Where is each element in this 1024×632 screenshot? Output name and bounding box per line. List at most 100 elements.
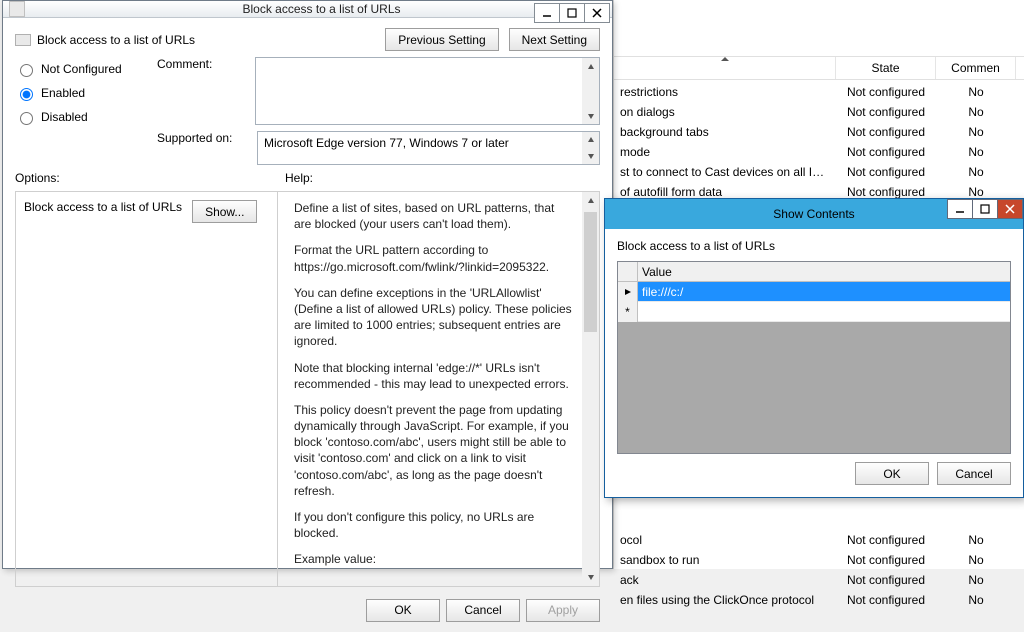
list-item-state: Not configured: [836, 533, 936, 547]
sc-titlebar[interactable]: Show Contents: [605, 199, 1023, 229]
policy-setting-icon: [15, 34, 31, 46]
options-panel: Block access to a list of URLs Show...: [16, 192, 278, 586]
policy-setting-icon: [9, 1, 25, 17]
minimize-button[interactable]: [947, 199, 973, 219]
list-item[interactable]: en files using the ClickOnce protocolNot…: [614, 590, 1024, 610]
grid-cell-value[interactable]: file:///c:/: [638, 282, 1010, 302]
scrollbar-vertical[interactable]: [582, 132, 599, 164]
maximize-button[interactable]: [559, 3, 585, 23]
list-item[interactable]: sandbox to runNot configuredNo: [614, 550, 1024, 570]
radio-enabled[interactable]: Enabled: [15, 85, 147, 101]
next-setting-button[interactable]: Next Setting: [509, 28, 600, 51]
sc-label: Block access to a list of URLs: [617, 239, 1011, 253]
help-paragraph: You can define exceptions in the 'URLAll…: [294, 285, 573, 350]
list-item[interactable]: modeNot configuredNo: [614, 142, 1024, 162]
list-item-state: Not configured: [836, 145, 936, 159]
help-paragraph: Note that blocking internal 'edge://*' U…: [294, 360, 573, 392]
maximize-button[interactable]: [972, 199, 998, 219]
row-indicator-current-icon: [618, 282, 638, 302]
options-label: Options:: [15, 171, 285, 185]
comment-label: Comment:: [157, 57, 247, 125]
help-paragraph: Format the URL pattern according to http…: [294, 242, 573, 274]
row-indicator-new: *: [618, 302, 638, 322]
gp-heading: Block access to a list of URLs: [37, 33, 195, 47]
list-item-name: restrictions: [614, 85, 836, 99]
list-item-comment: No: [936, 573, 1016, 587]
grid-corner: [618, 262, 638, 281]
list-item-state: Not configured: [836, 553, 936, 567]
list-item-state: Not configured: [836, 105, 936, 119]
help-paragraph: This policy doesn't prevent the page fro…: [294, 402, 573, 499]
list-item-name: st to connect to Cast devices on all IP …: [614, 165, 836, 179]
scrollbar-vertical[interactable]: [582, 58, 599, 124]
ok-button[interactable]: OK: [855, 462, 929, 485]
list-item-comment: No: [936, 165, 1016, 179]
list-item-state: Not configured: [836, 185, 936, 199]
list-item-name: sandbox to run: [614, 553, 836, 567]
scroll-up-icon[interactable]: [582, 132, 599, 148]
previous-setting-button[interactable]: Previous Setting: [385, 28, 498, 51]
grid-cell-value[interactable]: [638, 302, 1010, 322]
list-item-name: en files using the ClickOnce protocol: [614, 593, 836, 607]
list-item-comment: No: [936, 593, 1016, 607]
supported-on-value: Microsoft Edge version 77, Windows 7 or …: [258, 132, 599, 154]
list-item-state: Not configured: [836, 85, 936, 99]
apply-button: Apply: [526, 599, 600, 622]
grid-header-value[interactable]: Value: [638, 262, 1010, 281]
list-item[interactable]: on dialogsNot configuredNo: [614, 102, 1024, 122]
list-item-state: Not configured: [836, 125, 936, 139]
close-button[interactable]: [997, 199, 1023, 219]
value-grid[interactable]: Value file:///c:/ *: [617, 261, 1011, 454]
list-item-comment: No: [936, 533, 1016, 547]
cancel-button[interactable]: Cancel: [937, 462, 1011, 485]
list-item[interactable]: ackNot configuredNo: [614, 570, 1024, 590]
gp-dialog: Block access to a list of URLs Block acc…: [2, 0, 613, 569]
cancel-button[interactable]: Cancel: [446, 599, 520, 622]
list-item-name: background tabs: [614, 125, 836, 139]
close-button[interactable]: [584, 3, 610, 23]
list-item-state: Not configured: [836, 165, 936, 179]
list-item-comment: No: [936, 125, 1016, 139]
grid-row[interactable]: file:///c:/: [618, 282, 1010, 302]
minimize-button[interactable]: [534, 3, 560, 23]
list-item-name: of autofill form data: [614, 185, 836, 199]
policy-list-header: State Commen: [614, 56, 1024, 80]
radio-not-configured[interactable]: Not Configured: [15, 61, 147, 77]
scroll-down-icon[interactable]: [582, 107, 599, 124]
list-item[interactable]: restrictionsNot configuredNo: [614, 82, 1024, 102]
list-item-name: ocol: [614, 533, 836, 547]
grid-row-new[interactable]: *: [618, 302, 1010, 322]
policy-list-header-state[interactable]: State: [836, 57, 936, 79]
list-item-comment: No: [936, 105, 1016, 119]
list-item-comment: No: [936, 85, 1016, 99]
show-contents-dialog: Show Contents Block access to a list of …: [604, 198, 1024, 498]
help-paragraph: Define a list of sites, based on URL pat…: [294, 200, 573, 232]
scroll-thumb[interactable]: [584, 212, 597, 332]
scroll-down-icon[interactable]: [582, 569, 599, 586]
list-item[interactable]: background tabsNot configuredNo: [614, 122, 1024, 142]
list-item-name: mode: [614, 145, 836, 159]
gp-title-text: Block access to a list of URLs: [31, 2, 612, 16]
list-item[interactable]: st to connect to Cast devices on all IP …: [614, 162, 1024, 182]
policy-list-header-comment[interactable]: Commen: [936, 57, 1016, 79]
scroll-up-icon[interactable]: [582, 192, 599, 209]
scroll-down-icon[interactable]: [582, 148, 599, 164]
list-item-comment: No: [936, 145, 1016, 159]
supported-on-textbox: Microsoft Edge version 77, Windows 7 or …: [257, 131, 600, 165]
gp-titlebar[interactable]: Block access to a list of URLs: [3, 1, 612, 18]
list-item-name: ack: [614, 573, 836, 587]
list-item[interactable]: ocolNot configuredNo: [614, 530, 1024, 550]
radio-disabled[interactable]: Disabled: [15, 109, 147, 125]
list-item-comment: No: [936, 185, 1016, 199]
comment-textbox[interactable]: [255, 57, 600, 125]
options-setting-name: Block access to a list of URLs: [24, 200, 182, 214]
scrollbar-vertical[interactable]: [582, 192, 599, 586]
list-item-state: Not configured: [836, 593, 936, 607]
list-item-name: on dialogs: [614, 105, 836, 119]
help-label: Help:: [285, 171, 600, 185]
list-item-state: Not configured: [836, 573, 936, 587]
show-button[interactable]: Show...: [192, 200, 257, 223]
ok-button[interactable]: OK: [366, 599, 440, 622]
scroll-up-icon[interactable]: [582, 58, 599, 75]
policy-list-header-setting[interactable]: [614, 57, 836, 79]
